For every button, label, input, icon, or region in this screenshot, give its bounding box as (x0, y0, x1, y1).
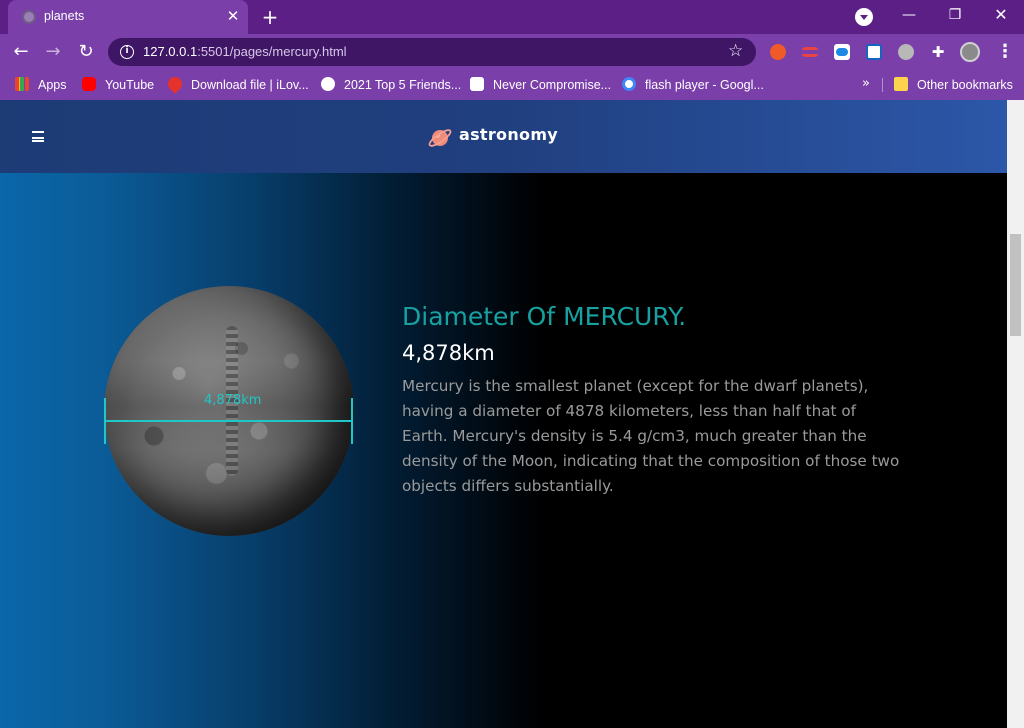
section-title: Diameter Of MERCURY. (402, 302, 687, 331)
bookmark-ilovepdf[interactable]: Download file | iLov... (165, 74, 309, 94)
other-bookmarks[interactable]: Other bookmarks (894, 76, 1013, 94)
other-bookmarks-label: Other bookmarks (917, 78, 1013, 92)
extension-screen-icon[interactable] (866, 44, 882, 60)
hamburger-menu-icon[interactable] (32, 131, 44, 142)
avatar[interactable] (960, 42, 980, 62)
page-scrollbar[interactable] (1007, 100, 1024, 728)
extension-equals-icon[interactable] (802, 47, 818, 57)
bookmarks-divider (882, 78, 883, 92)
close-window-button[interactable]: ✕ (978, 0, 1024, 30)
more-menu-icon[interactable]: ⋮ (996, 41, 1014, 62)
bookmark-label: YouTube (105, 78, 155, 92)
back-arrow-icon[interactable]: ← (9, 40, 33, 64)
bookmark-apps[interactable]: Apps (15, 76, 67, 94)
bookmark-youtube[interactable]: YouTube (82, 76, 154, 94)
diameter-measure-line (104, 398, 353, 444)
mercury-diagram: 4,878km (104, 286, 354, 536)
close-tab-icon[interactable]: ✕ (224, 7, 242, 25)
address-bar[interactable]: i 127.0.0.1:5501/pages/mercury.html ☆ (108, 38, 756, 66)
browser-toolbar: ← → ↻ i 127.0.0.1:5501/pages/mercury.htm… (0, 34, 1024, 70)
page-viewport: astronomy 4,878km Diameter Of MERCURY. 4… (0, 100, 1007, 728)
google-icon (622, 77, 636, 91)
extension-globe-icon[interactable] (898, 44, 914, 60)
scrollbar-thumb[interactable] (1010, 234, 1021, 336)
diameter-diagram-label: 4,878km (204, 393, 262, 408)
tab-search-icon[interactable] (855, 8, 873, 26)
extension-infinity-icon[interactable] (770, 44, 786, 60)
section-description: Mercury is the smallest planet (except f… (402, 377, 900, 495)
title-bar: planets ✕ + — ❐ ✕ (0, 0, 1024, 34)
ilovepdf-icon (165, 74, 185, 94)
tab-planets[interactable]: planets ✕ (8, 0, 248, 34)
globe-icon (22, 10, 36, 24)
bookmark-label: flash player - Googl... (645, 78, 764, 92)
restore-button[interactable]: ❐ (932, 0, 978, 30)
minimize-button[interactable]: — (886, 0, 932, 30)
bookmark-star-icon[interactable]: ☆ (728, 41, 743, 61)
tab-title: planets (44, 9, 85, 23)
bookmark-flash-player[interactable]: flash player - Googl... (622, 76, 764, 94)
bookmark-label: Download file | iLov... (191, 78, 309, 92)
forward-arrow-icon[interactable]: → (41, 40, 65, 64)
bookmark-never-compromise[interactable]: Never Compromise... (470, 76, 611, 94)
bookmark-top5[interactable]: 2021 Top 5 Friends... (321, 76, 461, 94)
apps-grid-icon (15, 77, 29, 91)
youtube-icon (82, 77, 96, 91)
planet-logo-icon[interactable] (427, 125, 453, 151)
extension-cloud-icon[interactable] (834, 44, 850, 60)
new-tab-button[interactable]: + (258, 5, 282, 29)
shield-icon (470, 77, 484, 91)
site-header: astronomy (0, 100, 1007, 173)
bookmark-label: Never Compromise... (493, 78, 612, 92)
bookmark-label: 2021 Top 5 Friends... (344, 78, 462, 92)
diameter-info: Diameter Of MERCURY. 4,878km Mercury is … (402, 300, 902, 499)
reload-icon[interactable]: ↻ (74, 40, 98, 64)
url-path: :5501/pages/mercury.html (197, 44, 347, 59)
more-bookmarks-button[interactable]: » (862, 76, 870, 91)
info-icon[interactable]: i (120, 45, 134, 59)
url-host: 127.0.0.1 (143, 44, 198, 59)
folder-icon (894, 77, 908, 91)
site-logo-text[interactable]: astronomy (459, 125, 558, 144)
extensions-puzzle-icon[interactable]: ✚ (930, 44, 946, 60)
bookmarks-bar: Apps YouTube Download file | iLov... 202… (0, 70, 1024, 100)
diameter-value: 4,878km (402, 341, 495, 365)
url-text: 127.0.0.1:5501/pages/mercury.html (143, 44, 347, 59)
bookmark-label: Apps (38, 78, 67, 92)
globe-icon (321, 77, 335, 91)
